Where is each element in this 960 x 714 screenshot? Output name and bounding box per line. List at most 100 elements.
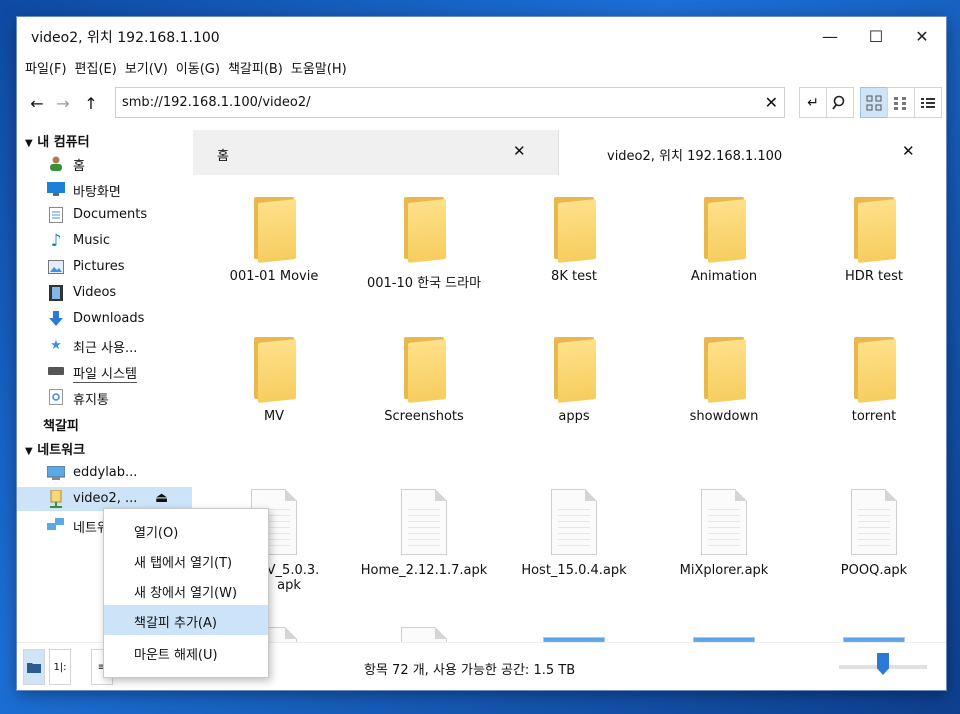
sidebar-item-trash[interactable]: 휴지통 [17,385,192,409]
folder-item[interactable]: Animation [649,197,799,284]
file-item[interactable]: MiXplorer.apk [649,489,799,578]
tab-video2[interactable]: video2, 위치 192.168.1.100 ✕ [558,130,946,175]
context-menu-label: 마운트 해제(U) [134,648,218,663]
back-icon[interactable]: ← [25,91,49,115]
folder-item[interactable]: apps [499,337,649,424]
clear-icon[interactable]: ✕ [765,93,778,112]
menu-file[interactable]: 파일(F) [23,55,73,79]
sidebar-section-computer[interactable]: ▼ 내 컴퓨터 [25,131,90,150]
context-menu-add-bookmark[interactable]: 책갈피 추가(A) [104,605,268,635]
tab-label: 홈 [217,149,229,164]
sidebar-item-filesystem[interactable]: 파일 시스템 [17,359,192,383]
search-icon[interactable] [826,87,854,118]
tab-label: video2, 위치 192.168.1.100 [607,149,783,164]
zoom-slider-thumb[interactable] [877,653,889,675]
sidebar-item-label: Documents [73,207,148,222]
folder-item[interactable]: 001-10 한국 드라마 [349,197,499,291]
home-user-icon [47,154,65,172]
folder-icon [404,337,446,403]
download-arrow-icon [47,310,65,328]
menu-bookmarks[interactable]: 책갈피(B) [226,55,289,79]
menu-go[interactable]: 이동(G) [174,55,226,79]
sidebar-item-label: 파일 시스템 [73,363,137,383]
maximize-button[interactable]: ☐ [853,17,899,55]
status-text: 항목 72 개, 사용 가능한 공간: 1.5 TB [364,663,576,678]
context-menu-label: 열기(O) [134,526,179,541]
folder-icon [704,197,746,263]
sidebar-item-videos[interactable]: Videos [17,281,192,305]
file-label: MiXplorer.apk [679,563,769,578]
expand-arrow-icon[interactable]: ▼ [25,446,33,457]
file-label: Host_15.0.4.apk [521,563,627,578]
forward-icon[interactable]: → [51,91,75,115]
close-button[interactable]: ✕ [899,17,945,55]
folder-icon [254,197,296,263]
tab-home[interactable]: 홈 ✕ [193,130,559,175]
star-icon: ★ [50,337,62,353]
context-menu-open[interactable]: 열기(O) [104,515,268,545]
folder-pane-icon[interactable] [23,649,45,685]
sidebar-item-label: Downloads [73,311,145,326]
file-item[interactable]: Host_15.0.4.apk [499,489,649,578]
close-icon[interactable]: ✕ [513,142,526,160]
list-view-icon[interactable] [914,87,942,118]
file-manager-window: video2, 위치 192.168.1.100 — ☐ ✕ 파일(F) 편집(… [17,17,946,690]
sidebar-item-label: 휴지통 [73,393,109,408]
folder-item[interactable]: torrent [799,337,946,424]
context-menu-label: 책갈피 추가(A) [134,616,217,631]
folder-label: torrent [851,409,897,424]
sidebar-item-downloads[interactable]: Downloads [17,307,192,331]
sidebar-item-label: eddylab... [73,465,138,480]
address-bar[interactable]: smb://192.168.1.100/video2/ ✕ [115,87,785,118]
go-return-icon[interactable]: ↵ [799,87,827,118]
close-icon[interactable]: ✕ [902,142,915,160]
context-menu-label: 새 창에서 열기(W) [134,586,238,601]
minimize-button[interactable]: — [807,17,853,55]
menu-edit[interactable]: 편집(E) [73,55,123,79]
sidebar-section-network[interactable]: ▼ 네트워크 [25,439,85,458]
section-label: 내 컴퓨터 [37,135,90,150]
expand-arrow-icon[interactable]: ▼ [25,138,33,149]
context-menu-label: 새 탭에서 열기(T) [134,556,233,571]
window-title: video2, 위치 192.168.1.100 [31,30,220,46]
file-item[interactable] [349,627,499,642]
folder-label: Screenshots [384,409,464,424]
file-grid: 001-01 Movie 001-10 한국 드라마 8K test Anima… [193,175,946,642]
compact-view-icon[interactable] [887,87,915,118]
toolbar: ← → ↑ smb://192.168.1.100/video2/ ✕ ↵ [17,85,946,121]
sidebar-item-label: Music [73,233,110,248]
context-menu-open-in-new-tab[interactable]: 새 탭에서 열기(T) [104,545,268,575]
sidebar-item-label: 최근 사용... [73,341,138,356]
sidebar-item-music[interactable]: ♪ Music [17,229,192,253]
menu-help[interactable]: 도움말(H) [289,55,353,79]
sidebar-item-desktop[interactable]: 바탕화면 [17,177,192,201]
folder-item[interactable]: HDR test [799,197,946,284]
file-item[interactable]: POOQ.apk [799,489,946,578]
folder-item[interactable]: Screenshots [349,337,499,424]
sidebar-item-documents[interactable]: Documents [17,203,192,227]
sidebar-item-label: 홈 [73,159,85,174]
context-menu-open-in-new-window[interactable]: 새 창에서 열기(W) [104,575,268,605]
folder-item[interactable]: 001-01 Movie [199,197,349,284]
split-view-icon[interactable]: 1|: [49,649,71,685]
folder-icon [404,197,446,263]
up-arrow-icon[interactable]: ↑ [79,91,103,115]
folder-item[interactable]: 8K test [499,197,649,284]
section-label: 네트워크 [37,443,86,458]
file-item[interactable]: Home_2.12.1.7.apk [349,489,499,578]
file-icon [551,489,597,555]
context-menu-unmount[interactable]: 마운트 해제(U) [104,637,268,667]
menu-view[interactable]: 보기(V) [123,55,174,79]
sidebar-section-bookmarks[interactable]: 책갈피 [43,415,79,434]
sidebar-item-eddylab[interactable]: eddylab... [17,461,192,485]
trash-icon [47,388,65,406]
sidebar-item-home[interactable]: 홈 [17,151,192,175]
icon-view-icon[interactable] [860,87,888,118]
folder-label: HDR test [845,269,903,284]
folder-item[interactable]: MV [199,337,349,424]
folder-item[interactable]: showdown [649,337,799,424]
sidebar-item-pictures[interactable]: Pictures [17,255,192,279]
folder-icon [554,337,596,403]
sidebar-item-recent[interactable]: ★ 최근 사용... [17,333,192,357]
eject-icon[interactable]: ⏏ [155,490,168,506]
